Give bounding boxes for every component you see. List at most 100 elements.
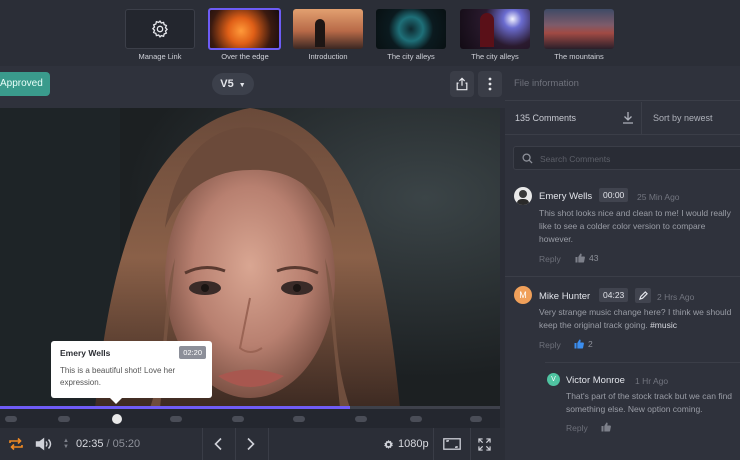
thumb-city-alleys-1[interactable] (376, 9, 446, 49)
fullscreen-icon (478, 437, 491, 451)
like-button[interactable]: 43 (575, 253, 598, 263)
next-button[interactable] (246, 428, 256, 460)
thumb-introduction[interactable] (293, 9, 363, 49)
comment-marker[interactable] (58, 416, 70, 422)
like-button[interactable]: 2 (574, 339, 593, 349)
comment-item: Emery Wells 00:00 25 Min Ago This shot l… (505, 180, 740, 276)
tooltip-pointer (110, 398, 122, 404)
reply-button[interactable]: Reply (539, 340, 561, 350)
thumbs-up-icon (574, 339, 584, 349)
file-information-tab[interactable]: File information (514, 78, 579, 89)
share-button[interactable] (450, 71, 474, 97)
comment-age: 2 Hrs Ago (657, 292, 695, 302)
divider (433, 428, 434, 460)
thumb-mountains[interactable] (544, 9, 614, 49)
aspect-button[interactable] (443, 428, 461, 460)
more-options-button[interactable] (478, 71, 502, 97)
download-icon (623, 112, 633, 124)
comment-text: Very strange music change here? I think … (539, 306, 739, 332)
manage-link-button[interactable] (125, 9, 195, 49)
comment-marker-avatar[interactable] (112, 414, 122, 424)
divider (235, 428, 236, 460)
thumbs-up-icon (575, 253, 585, 263)
stepper-icon: ▲ ▼ (63, 438, 69, 450)
like-count: 2 (588, 339, 593, 349)
comment-body: Very strange music change here? I think … (539, 307, 732, 330)
divider (505, 100, 740, 101)
aspect-ratio-icon (443, 438, 461, 450)
comment-count: 135 Comments (515, 113, 577, 123)
frame-stepper[interactable]: ▲ ▼ (63, 428, 69, 460)
reply-button[interactable]: Reply (539, 254, 561, 264)
tooltip-author: Emery Wells (60, 348, 111, 358)
comment-marker[interactable] (355, 416, 367, 422)
loop-button[interactable] (8, 428, 24, 460)
search-box (513, 146, 740, 170)
thumb-label-manage-link: Manage Link (138, 52, 182, 61)
fullscreen-button[interactable] (478, 428, 491, 460)
player-controls: ▲ ▼ 02:35 / 05:20 1080p (0, 428, 505, 460)
time-display: 02:35 / 05:20 (76, 428, 140, 460)
avatar: V (547, 373, 560, 386)
settings-icon (384, 439, 393, 449)
comment-author: Mike Hunter (539, 291, 591, 302)
divider (641, 102, 642, 134)
volume-button[interactable] (35, 428, 53, 460)
loop-icon (9, 437, 23, 451)
volume-icon (35, 437, 52, 451)
time-separator: / (106, 438, 110, 450)
approved-status-button[interactable]: Approved (0, 72, 50, 96)
search-input[interactable] (540, 151, 730, 166)
progress-track[interactable] (0, 406, 500, 409)
thumb-label-introduction: Introduction (308, 52, 348, 61)
comment-age: 1 Hr Ago (635, 376, 669, 386)
like-count: 43 (589, 253, 599, 263)
thumb-label-city-alleys-2: The city alleys (471, 52, 519, 61)
divider (470, 428, 471, 460)
comment-marker[interactable] (470, 416, 482, 422)
hashtag[interactable]: #music (650, 320, 677, 330)
divider (268, 428, 269, 460)
like-button[interactable] (601, 422, 611, 432)
download-button[interactable] (622, 111, 634, 129)
annotation-badge[interactable] (635, 288, 651, 303)
player-toolbar: Approved V5 ▼ (0, 66, 505, 108)
chevron-left-icon (214, 437, 222, 451)
divider (505, 134, 740, 135)
version-dropdown[interactable]: V5 ▼ (212, 73, 254, 95)
caret-down-icon: ▼ (238, 82, 246, 89)
thumb-over-the-edge[interactable] (208, 8, 281, 50)
divider (202, 428, 203, 460)
comment-marker[interactable] (293, 416, 305, 422)
comment-marker[interactable] (410, 416, 422, 422)
chevron-right-icon (247, 437, 255, 451)
quality-label: 1080p (398, 438, 429, 450)
search-icon (522, 153, 533, 164)
tooltip-text: This is a beautiful shot! Love her expre… (60, 366, 176, 387)
progress-fill (0, 406, 350, 409)
avatar: M (514, 286, 532, 304)
thumb-city-alleys-2[interactable] (460, 9, 530, 49)
gear-icon (151, 20, 169, 38)
divider (505, 276, 740, 277)
sort-dropdown[interactable]: Sort by newest (653, 113, 713, 123)
comment-timestamp[interactable]: 04:23 (599, 288, 629, 302)
timeline[interactable] (0, 406, 500, 428)
thumbs-up-icon (601, 422, 611, 432)
previous-button[interactable] (213, 428, 223, 460)
quality-button[interactable]: 1080p (383, 428, 429, 460)
thumb-label-city-alleys-1: The city alleys (387, 52, 435, 61)
comment-tooltip[interactable]: Emery Wells 02:20 This is a beautiful sh… (51, 341, 212, 398)
version-strip: Manage Link Over the edge Introduction T… (0, 0, 740, 66)
comment-marker[interactable] (232, 416, 244, 422)
comment-marker[interactable] (5, 416, 17, 422)
comment-timestamp[interactable]: 00:00 (599, 188, 629, 202)
reply-button[interactable]: Reply (566, 423, 588, 433)
pencil-icon (638, 291, 648, 300)
comment-marker[interactable] (170, 416, 182, 422)
comment-item: M Mike Hunter 04:23 2 Hrs Ago Very stran… (505, 278, 740, 363)
more-vertical-icon (488, 77, 492, 91)
comment-age: 25 Min Ago (637, 192, 680, 202)
duration: 05:20 (112, 438, 141, 450)
divider (545, 362, 740, 363)
